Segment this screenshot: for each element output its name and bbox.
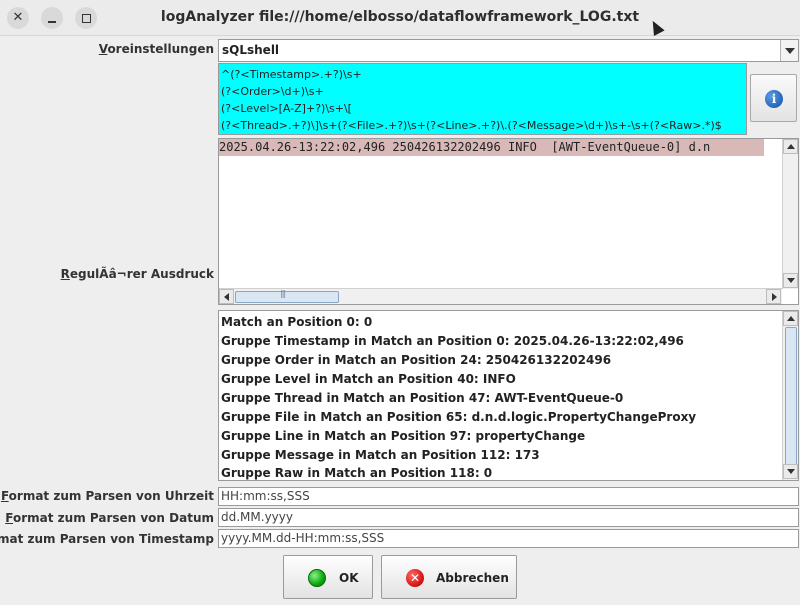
- list-item: Gruppe Timestamp in Match an Position 0:…: [221, 334, 684, 348]
- scroll-up-icon[interactable]: [783, 311, 798, 326]
- regex-line: (?<Level>[A-Z]+?)\s+\[: [221, 102, 352, 115]
- regex-line: ^(?<Timestamp>.+?)\s+: [221, 68, 362, 81]
- scroll-up-icon[interactable]: [783, 139, 798, 154]
- scroll-right-icon[interactable]: [766, 289, 781, 304]
- cancel-icon: ✕: [406, 569, 424, 587]
- list-item: Gruppe File in Match an Position 65: d.n…: [221, 410, 697, 424]
- regex-line: (?<Order>\d+)\s+: [221, 85, 324, 98]
- vertical-scroll-thumb[interactable]: [785, 327, 797, 465]
- ok-icon: [308, 569, 326, 587]
- presets-selected-value: sQLshell: [222, 43, 280, 57]
- info-icon: i: [765, 90, 783, 108]
- list-item: Match an Position 0: 0: [221, 315, 373, 329]
- list-item: Gruppe Message in Match an Position 112:…: [221, 448, 540, 462]
- timestamp-format-label: Format zum Parsen von Timestamp: [0, 532, 214, 546]
- timestamp-format-input[interactable]: yyyy.MM.dd-HH:mm:ss,SSS: [218, 529, 799, 548]
- list-item: Gruppe Line in Match an Position 97: pro…: [221, 429, 586, 443]
- chevron-down-icon[interactable]: [780, 40, 798, 61]
- title-bar: ✕ logAnalyzer file:///home/elbosso/dataf…: [0, 0, 800, 36]
- horizontal-scroll-thumb[interactable]: [235, 289, 339, 303]
- cancel-button[interactable]: ✕ Abbrechen: [381, 555, 517, 599]
- ok-button-label: OK: [339, 571, 359, 585]
- scroll-left-icon[interactable]: [219, 289, 234, 304]
- sample-line: 2025.04.26-13:22:02,496 250426132202496 …: [219, 139, 764, 156]
- list-item: Gruppe Thread in Match an Position 47: A…: [221, 391, 624, 405]
- cancel-button-label: Abbrechen: [436, 571, 509, 585]
- presets-label: Voreinstellungen: [98, 42, 214, 56]
- ok-button[interactable]: OK: [283, 555, 373, 599]
- date-format-input[interactable]: dd.MM.yyyy: [218, 508, 799, 527]
- sample-vertical-scrollbar[interactable]: [782, 139, 798, 289]
- scroll-down-icon[interactable]: [783, 464, 798, 479]
- presets-combobox[interactable]: sQLshell: [218, 39, 799, 62]
- regex-textarea[interactable]: ^(?<Timestamp>.+?)\s+ (?<Order>\d+)\s+ (?<…: [218, 63, 747, 135]
- scroll-down-icon[interactable]: [783, 273, 798, 288]
- window-title: logAnalyzer file:///home/elbosso/dataflo…: [160, 9, 640, 25]
- list-item: Gruppe Level in Match an Position 40: IN…: [221, 372, 516, 386]
- sample-text-area[interactable]: 2025.04.26-13:22:02,496 250426132202496 …: [218, 138, 799, 305]
- info-button[interactable]: i: [750, 74, 797, 122]
- list-item: Gruppe Order in Match an Position 24: 25…: [221, 353, 612, 367]
- time-format-input[interactable]: HH:mm:ss,SSS: [218, 487, 799, 506]
- time-format-label: Format zum Parsen von Uhrzeit: [0, 489, 214, 503]
- results-vertical-scrollbar[interactable]: [782, 311, 798, 480]
- sample-horizontal-scrollbar[interactable]: [219, 288, 782, 304]
- date-format-label: Format zum Parsen von Datum: [5, 511, 214, 525]
- regex-line: (?<Thread>.+?)\]\s+(?<File>.+?)\s+(?<Lin…: [221, 119, 722, 132]
- list-item: Gruppe Raw in Match an Position 118: 0: [221, 466, 493, 480]
- match-results-list[interactable]: Match an Position 0: 0 Gruppe Timestamp …: [218, 310, 799, 481]
- regex-label: RegulÃâ¬rer Ausdruck: [60, 267, 214, 281]
